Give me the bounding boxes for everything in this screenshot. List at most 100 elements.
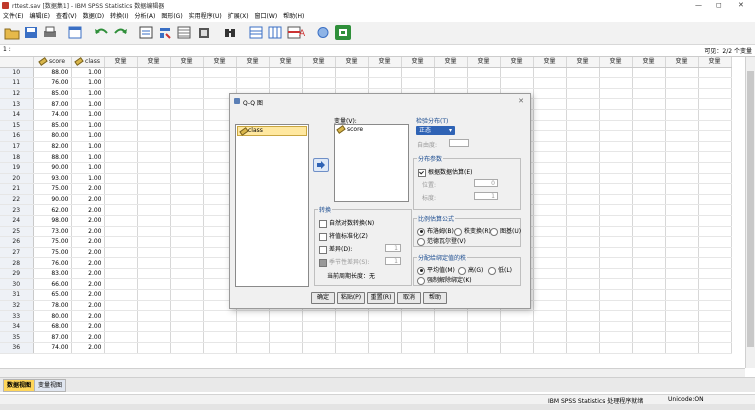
- empty-cell[interactable]: [599, 151, 633, 163]
- empty-cell[interactable]: [269, 321, 303, 333]
- empty-cell[interactable]: [599, 77, 633, 89]
- seasonal-diff-checkbox[interactable]: 季节性差异(S):: [319, 257, 370, 267]
- empty-cell[interactable]: [566, 173, 600, 185]
- empty-cell[interactable]: [269, 331, 303, 344]
- empty-cell[interactable]: [698, 194, 732, 206]
- empty-cell[interactable]: [632, 215, 666, 227]
- empty-cell[interactable]: [698, 141, 732, 153]
- empty-cell[interactable]: [104, 183, 138, 195]
- empty-cell[interactable]: [566, 109, 600, 121]
- empty-cell[interactable]: [698, 257, 732, 269]
- radio-circle[interactable]: [488, 266, 496, 275]
- empty-cell[interactable]: [599, 173, 633, 185]
- empty-cell[interactable]: [170, 194, 204, 206]
- empty-cell[interactable]: [665, 173, 699, 185]
- empty-cell[interactable]: [665, 289, 699, 301]
- empty-cell[interactable]: [170, 257, 204, 269]
- empty-cell[interactable]: [533, 67, 567, 79]
- empty-cell[interactable]: [170, 67, 204, 79]
- empty-cell[interactable]: [104, 204, 138, 216]
- class-cell[interactable]: 1.00: [71, 77, 105, 89]
- column-header-var[interactable]: 变量: [533, 57, 567, 68]
- empty-cell[interactable]: [632, 141, 666, 153]
- radio-circle[interactable]: [417, 237, 425, 246]
- empty-cell[interactable]: [170, 300, 204, 312]
- empty-cell[interactable]: [665, 204, 699, 216]
- row-number[interactable]: 24: [0, 215, 34, 227]
- empty-cell[interactable]: [698, 268, 732, 280]
- empty-cell[interactable]: [632, 183, 666, 195]
- empty-cell[interactable]: [170, 342, 204, 354]
- empty-cell[interactable]: [104, 236, 138, 248]
- menu-view[interactable]: 查看(V): [56, 12, 77, 22]
- empty-cell[interactable]: [137, 130, 171, 142]
- empty-cell[interactable]: [599, 268, 633, 280]
- empty-cell[interactable]: [698, 130, 732, 142]
- column-header-var[interactable]: 变量: [698, 57, 732, 68]
- class-cell[interactable]: 1.00: [71, 130, 105, 142]
- class-cell[interactable]: 1.00: [71, 162, 105, 174]
- empty-cell[interactable]: [401, 77, 435, 89]
- empty-cell[interactable]: [632, 98, 666, 110]
- van-der-waerden-radio[interactable]: 范德瓦尔登(V): [417, 236, 466, 246]
- row-number[interactable]: 10: [0, 67, 34, 79]
- empty-cell[interactable]: [137, 141, 171, 153]
- empty-cell[interactable]: [104, 130, 138, 142]
- empty-cell[interactable]: [137, 120, 171, 132]
- empty-cell[interactable]: [335, 342, 369, 354]
- row-number[interactable]: 22: [0, 194, 34, 206]
- score-cell[interactable]: 80.00: [33, 310, 72, 322]
- empty-cell[interactable]: [500, 321, 534, 333]
- empty-cell[interactable]: [170, 183, 204, 195]
- break-ties-radio[interactable]: 强制解除绑定(K): [417, 275, 472, 285]
- class-cell[interactable]: 2.00: [71, 236, 105, 248]
- selected-variable-list[interactable]: score: [334, 124, 409, 202]
- class-cell[interactable]: 2.00: [71, 194, 105, 206]
- difference-input[interactable]: 1: [385, 244, 401, 252]
- empty-cell[interactable]: [434, 310, 468, 322]
- source-variable-item[interactable]: class: [237, 126, 307, 136]
- find-icon[interactable]: [222, 25, 238, 40]
- empty-cell[interactable]: [566, 342, 600, 354]
- empty-cell[interactable]: [698, 321, 732, 333]
- empty-cell[interactable]: [170, 268, 204, 280]
- empty-cell[interactable]: [170, 120, 204, 132]
- estimate-from-data-checkbox[interactable]: 根据数据估算(E): [418, 167, 472, 177]
- empty-cell[interactable]: [698, 342, 732, 354]
- empty-cell[interactable]: [632, 120, 666, 132]
- empty-cell[interactable]: [533, 236, 567, 248]
- move-variable-button[interactable]: [313, 158, 329, 172]
- column-header-var[interactable]: 变量: [467, 57, 501, 68]
- row-number[interactable]: 19: [0, 162, 34, 174]
- radio-circle[interactable]: [458, 266, 466, 275]
- empty-cell[interactable]: [368, 77, 402, 89]
- empty-cell[interactable]: [665, 183, 699, 195]
- row-number[interactable]: 18: [0, 151, 34, 163]
- column-header-var[interactable]: 变量: [137, 57, 171, 68]
- score-cell[interactable]: 87.00: [33, 331, 72, 344]
- row-number[interactable]: 11: [0, 77, 34, 89]
- empty-cell[interactable]: [500, 310, 534, 322]
- empty-cell[interactable]: [104, 342, 138, 354]
- menu-edit[interactable]: 编辑(E): [29, 12, 49, 22]
- empty-cell[interactable]: [467, 67, 501, 79]
- empty-cell[interactable]: [698, 226, 732, 238]
- class-cell[interactable]: 2.00: [71, 215, 105, 227]
- score-cell[interactable]: 74.00: [33, 109, 72, 121]
- empty-cell[interactable]: [599, 278, 633, 291]
- class-cell[interactable]: 1.00: [71, 120, 105, 132]
- empty-cell[interactable]: [533, 321, 567, 333]
- score-cell[interactable]: 93.00: [33, 173, 72, 185]
- empty-cell[interactable]: [104, 162, 138, 174]
- empty-cell[interactable]: [566, 278, 600, 291]
- row-number[interactable]: 34: [0, 321, 34, 333]
- horizontal-scrollbar[interactable]: [0, 368, 745, 377]
- insert-cases-icon[interactable]: [248, 25, 264, 40]
- class-cell[interactable]: 1.00: [71, 67, 105, 79]
- empty-cell[interactable]: [137, 215, 171, 227]
- empty-cell[interactable]: [104, 321, 138, 333]
- empty-cell[interactable]: [170, 289, 204, 301]
- column-header-var[interactable]: 变量: [632, 57, 666, 68]
- empty-cell[interactable]: [302, 67, 336, 79]
- row-number[interactable]: 35: [0, 331, 34, 344]
